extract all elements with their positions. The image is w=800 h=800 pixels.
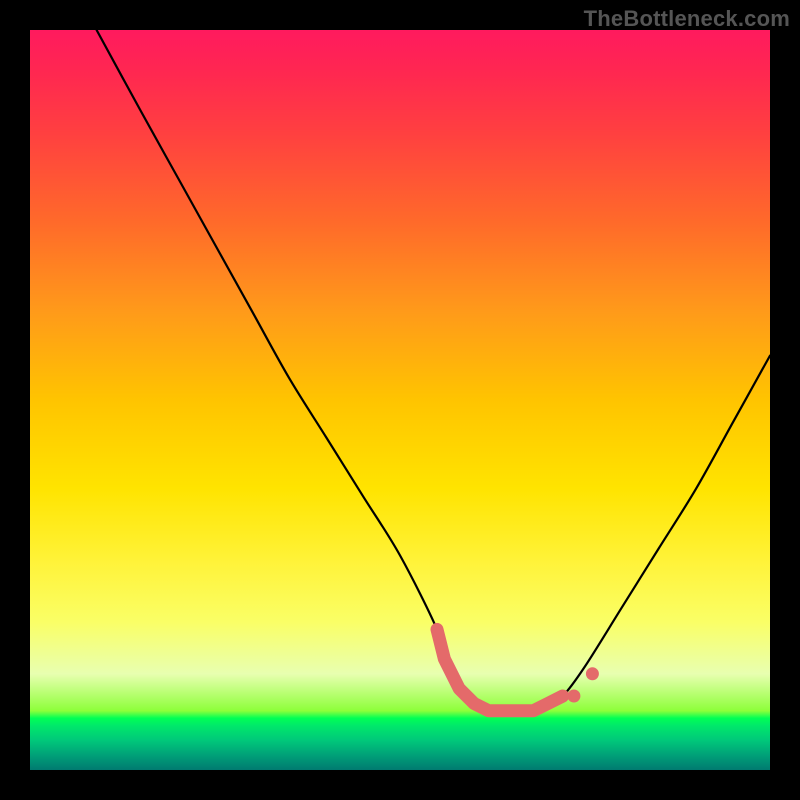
chart-frame: TheBottleneck.com <box>0 0 800 800</box>
highlight-end-dot-1 <box>567 690 580 703</box>
plot-area <box>30 30 770 770</box>
bottleneck-curve-path <box>97 30 770 711</box>
watermark-text: TheBottleneck.com <box>584 6 790 32</box>
optimal-zone-highlight <box>437 629 563 710</box>
bottleneck-curve-svg <box>30 30 770 770</box>
highlight-end-dot-2 <box>586 667 599 680</box>
